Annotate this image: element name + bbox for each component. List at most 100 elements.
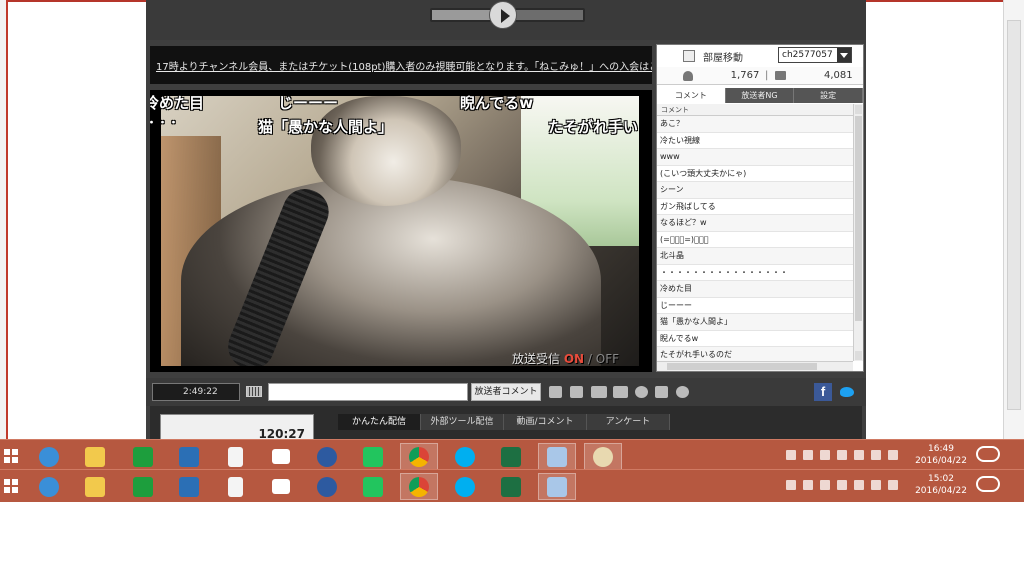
volume-icon[interactable]	[871, 450, 881, 460]
network-icon[interactable]	[837, 480, 847, 490]
tray-chevron-icon[interactable]	[786, 480, 796, 490]
receive-on[interactable]: ON	[564, 352, 584, 366]
clock[interactable]: 15:02 2016/04/22	[913, 473, 969, 497]
home-icon[interactable]	[262, 473, 300, 500]
reload-icon[interactable]	[635, 386, 648, 398]
page-scrollbar[interactable]	[1003, 0, 1024, 440]
comment-hscroll-thumb[interactable]	[667, 363, 817, 370]
store-icon[interactable]	[124, 443, 162, 470]
screen-icon[interactable]	[613, 386, 628, 398]
comment-row[interactable]: 冷めた目	[657, 281, 853, 298]
comment-scroll-thumb[interactable]	[855, 116, 862, 321]
file-explorer-icon[interactable]	[76, 473, 114, 500]
broadcaster-comment-button[interactable]: 放送者コメント	[471, 383, 541, 401]
comment-row[interactable]: (=ﾟ･ﾟ=)･･･	[657, 232, 853, 248]
receive-off[interactable]: OFF	[596, 352, 619, 366]
line-icon[interactable]	[354, 443, 392, 470]
document-icon[interactable]	[216, 443, 254, 470]
channel-select[interactable]: ch2577057	[778, 47, 852, 63]
page-scrollbar-thumb[interactable]	[1007, 20, 1021, 410]
comment-row[interactable]: 冷たい視線	[657, 133, 853, 149]
internet-explorer-icon[interactable]	[30, 473, 68, 500]
tab-comments[interactable]: コメント	[657, 88, 726, 103]
close-icon[interactable]	[888, 480, 898, 490]
member-notice-link[interactable]: 17時よりチャンネル会員、またはチケット(108pt)購入者のみ視聴可能となりま…	[150, 46, 652, 84]
comment-row[interactable]: 猫「愚かな人間よ」	[657, 314, 853, 331]
comment-column-header[interactable]: コメント	[657, 104, 853, 116]
thunderbird-icon[interactable]	[308, 473, 346, 500]
gamepad-icon[interactable]	[655, 386, 668, 398]
volume-icon[interactable]	[549, 386, 562, 398]
comment-row[interactable]: あこ？	[657, 116, 853, 133]
room-icon	[683, 50, 695, 62]
notes-icon[interactable]	[538, 473, 576, 500]
skype-icon[interactable]	[446, 443, 484, 470]
tray-app-icon[interactable]	[803, 450, 813, 460]
computer-icon[interactable]	[170, 473, 208, 500]
comment-row[interactable]: www	[657, 149, 853, 166]
facebook-icon[interactable]: f	[814, 383, 832, 401]
tray-chevron-icon[interactable]	[786, 450, 796, 460]
weather-icon[interactable]	[976, 476, 1000, 492]
comment-row[interactable]: じーーー	[657, 298, 853, 314]
document-icon[interactable]	[216, 473, 254, 500]
chevron-down-icon[interactable]	[837, 48, 851, 62]
video-area[interactable]: 冷めた目 じーーー 睨んでるw 猫「愚かな人間よ」 たそがれ手い ・・・ 放送受…	[150, 90, 652, 372]
comment-row[interactable]: たそがれ手いるのだ	[657, 347, 853, 361]
tab-video-comment[interactable]: 動画/コメント	[504, 414, 587, 430]
scroll-down-icon[interactable]	[855, 351, 862, 360]
excel-icon[interactable]	[492, 443, 530, 470]
gear-icon[interactable]	[676, 386, 689, 398]
signal-icon[interactable]	[854, 480, 864, 490]
receive-toggle[interactable]: 放送受信 ON / OFF	[512, 350, 619, 367]
thunderbird-icon[interactable]	[308, 443, 346, 470]
file-explorer-icon[interactable]	[76, 443, 114, 470]
tab-survey[interactable]: アンケート	[587, 414, 670, 430]
skype-icon[interactable]	[446, 473, 484, 500]
keyboard-icon[interactable]	[246, 386, 262, 397]
quality-icon[interactable]	[591, 386, 607, 398]
tray-app-icon[interactable]	[803, 480, 813, 490]
home-icon[interactable]	[262, 443, 300, 470]
room-move-label[interactable]: 部屋移動	[703, 49, 763, 64]
play-button[interactable]	[489, 1, 517, 29]
comment-row[interactable]: シーン	[657, 182, 853, 199]
notes-icon[interactable]	[538, 443, 576, 470]
chrome-icon[interactable]	[400, 473, 438, 500]
clock[interactable]: 16:49 2016/04/22	[913, 443, 969, 467]
comment-toggle-icon[interactable]	[570, 386, 583, 398]
tab-settings[interactable]: 設定	[794, 88, 864, 103]
comment-input[interactable]	[268, 383, 468, 401]
comment-row[interactable]: ・・・・・・・・・・・・・・・・	[657, 265, 853, 281]
close-icon[interactable]	[888, 450, 898, 460]
twitter-icon[interactable]	[838, 384, 856, 400]
weather-icon[interactable]	[976, 446, 1000, 462]
volume-icon[interactable]	[871, 480, 881, 490]
comment-row[interactable]: 北斗晶	[657, 248, 853, 265]
computer-icon[interactable]	[170, 443, 208, 470]
paint-icon[interactable]	[584, 443, 622, 470]
tab-broadcaster-ng[interactable]: 放送者NG	[726, 88, 795, 103]
comment-list[interactable]: あこ？ 冷たい視線 www (こいつ頭大丈夫かにゃ) シーン ガン飛ばしてる なるほど？w(…	[657, 116, 853, 361]
comment-row[interactable]: 睨んでるw	[657, 331, 853, 347]
windows-start-icon[interactable]	[4, 449, 18, 463]
scroll-up-icon[interactable]	[855, 105, 862, 114]
excel-icon[interactable]	[492, 473, 530, 500]
flag-icon[interactable]	[820, 450, 830, 460]
line-icon[interactable]	[354, 473, 392, 500]
network-icon[interactable]	[837, 450, 847, 460]
comment-row[interactable]: なるほど？w	[657, 215, 853, 232]
tab-external-tool[interactable]: 外部ツール配信	[421, 414, 504, 430]
internet-explorer-icon[interactable]	[30, 443, 68, 470]
chrome-icon[interactable]	[400, 443, 438, 470]
comment-row[interactable]: (こいつ頭大丈夫かにゃ)	[657, 166, 853, 182]
windows-start-icon[interactable]	[4, 479, 18, 493]
signal-icon[interactable]	[854, 450, 864, 460]
flag-icon[interactable]	[820, 480, 830, 490]
member-notice-text[interactable]: 17時よりチャンネル会員、またはチケット(108pt)購入者のみ視聴可能となりま…	[156, 62, 652, 73]
comment-list-hscrollbar[interactable]	[657, 361, 853, 371]
store-icon[interactable]	[124, 473, 162, 500]
comment-list-scrollbar[interactable]	[853, 104, 863, 361]
tab-easy-broadcast[interactable]: かんたん配信	[338, 414, 421, 430]
comment-row[interactable]: ガン飛ばしてる	[657, 199, 853, 215]
